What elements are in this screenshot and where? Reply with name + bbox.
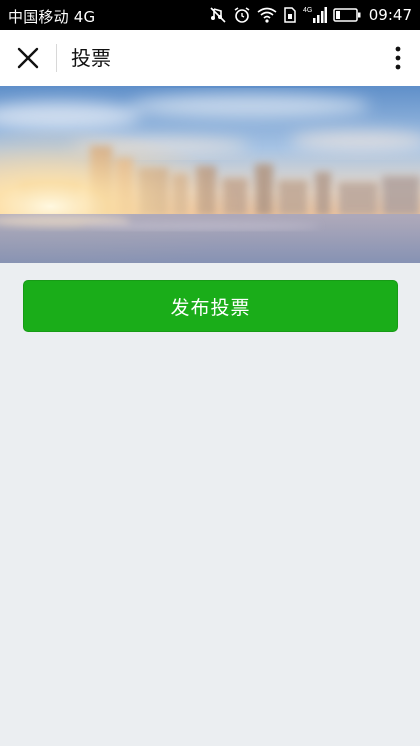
signal-icon: 4G	[303, 0, 327, 30]
vote-screen: 中国移动 4G 4G 09:47 投票 发布投票	[0, 0, 420, 746]
publish-vote-button[interactable]: 发布投票	[23, 280, 398, 332]
nav-divider	[56, 44, 57, 72]
status-bar: 中国移动 4G 4G 09:47	[0, 0, 420, 30]
mute-icon	[209, 0, 227, 30]
carrier-label: 中国移动 4G	[8, 8, 96, 26]
more-button[interactable]	[390, 42, 406, 74]
svg-text:4G: 4G	[303, 7, 312, 14]
alarm-icon	[233, 0, 251, 30]
sim-icon	[283, 0, 297, 30]
close-icon	[17, 47, 39, 69]
more-vertical-icon	[395, 46, 401, 70]
close-button[interactable]	[10, 40, 46, 76]
status-icons: 4G 09:47	[209, 0, 412, 30]
battery-icon	[333, 0, 361, 30]
page-title: 投票	[71, 46, 111, 70]
nav-bar: 投票	[0, 30, 420, 86]
clock: 09:47	[368, 6, 412, 24]
city-skyline-banner	[0, 86, 420, 263]
wifi-icon	[257, 0, 277, 30]
